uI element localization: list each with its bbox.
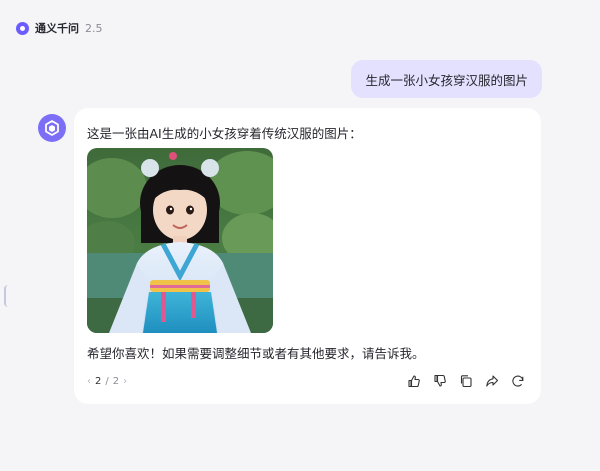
reply-intro-text: 这是一张由AI生成的小女孩穿着传统汉服的图片：	[87, 126, 362, 141]
share-icon[interactable]	[485, 374, 499, 388]
message-actions	[407, 374, 525, 388]
model-version: 2.5	[85, 21, 103, 35]
app-logo-icon	[16, 21, 29, 35]
chat-window: 通义千问 2.5 生成一张小女孩穿汉服的图片 这是一张由AI生成的小女孩穿着传统…	[0, 0, 600, 471]
response-pager: ‹ 2 / 2 ›	[87, 376, 127, 387]
generated-image[interactable]	[87, 148, 273, 333]
thumbs-up-icon[interactable]	[407, 374, 421, 388]
sidebar-expand-handle[interactable]	[4, 285, 10, 307]
pager-prev-icon[interactable]: ‹	[87, 376, 91, 387]
pager-next-icon[interactable]: ›	[123, 376, 127, 387]
copy-icon[interactable]	[459, 374, 473, 388]
app-name: 通义千问	[35, 22, 79, 35]
assistant-avatar-icon	[38, 114, 66, 142]
user-message-text: 生成一张小女孩穿汉服的图片	[365, 72, 528, 88]
pager-separator: /	[105, 376, 109, 387]
thumbs-down-icon[interactable]	[433, 374, 447, 388]
assistant-reply-card: 这是一张由AI生成的小女孩穿着传统汉服的图片： 希望你喜欢！如果需要调整细节或者…	[74, 108, 541, 404]
user-message-bubble: 生成一张小女孩穿汉服的图片	[351, 60, 542, 98]
pager-current: 2	[95, 376, 102, 387]
regenerate-icon[interactable]	[511, 374, 525, 388]
reply-outro-text: 希望你喜欢！如果需要调整细节或者有其他要求，请告诉我。	[87, 346, 425, 361]
pager-total: 2	[112, 376, 120, 387]
app-header: 通义千问 2.5	[16, 18, 103, 38]
